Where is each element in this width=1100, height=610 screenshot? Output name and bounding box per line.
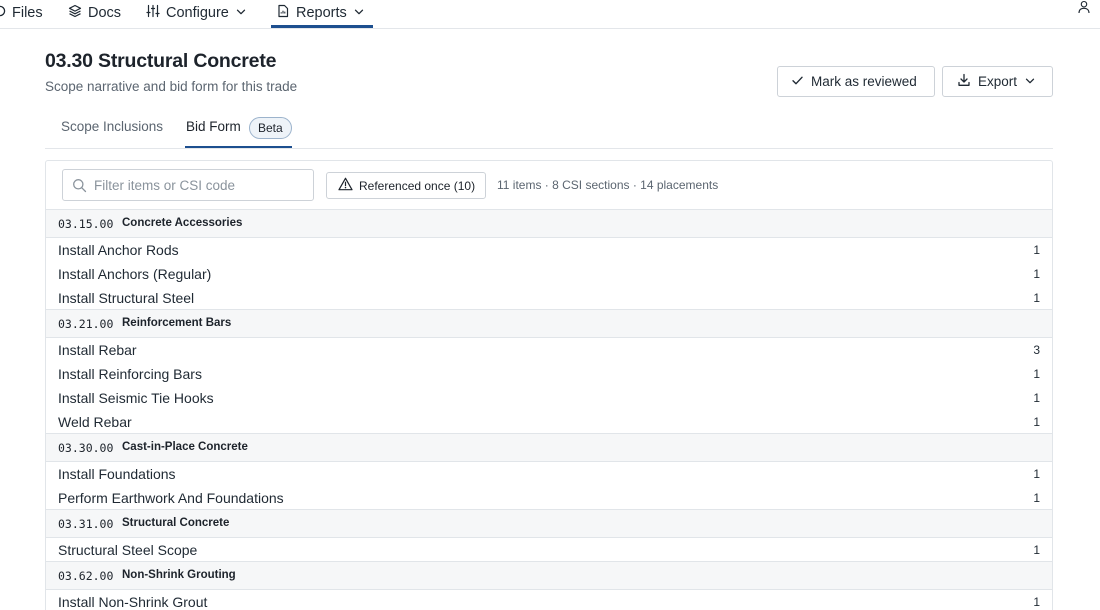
bid-item-row[interactable]: Install Anchor Rods 1 bbox=[46, 238, 1052, 262]
csi-section-code: 03.15.00 bbox=[58, 217, 114, 231]
search-box[interactable] bbox=[62, 169, 314, 201]
layers-icon bbox=[68, 4, 88, 22]
bid-item-name: Install Structural Steel bbox=[58, 290, 195, 306]
folder-icon bbox=[0, 5, 12, 21]
csi-section-code: 03.30.00 bbox=[58, 441, 114, 455]
csi-section-header: 03.15.00 Concrete Accessories bbox=[46, 209, 1052, 238]
bid-item-row[interactable]: Install Reinforcing Bars 1 bbox=[46, 362, 1052, 386]
nav-files[interactable]: Files bbox=[0, 0, 43, 27]
bid-item-placement-count: 1 bbox=[1033, 415, 1040, 429]
bid-item-row[interactable]: Install Foundations 1 bbox=[46, 462, 1052, 486]
bid-item-placement-count: 1 bbox=[1033, 467, 1040, 481]
user-icon[interactable] bbox=[1077, 0, 1091, 19]
bid-item-name: Install Reinforcing Bars bbox=[58, 366, 202, 382]
bid-form-panel: Referenced once (10) 11 items · 8 CSI se… bbox=[45, 160, 1053, 610]
csi-section-title: Reinforcement Bars bbox=[122, 317, 232, 329]
tab-bid-form[interactable]: Bid Form bbox=[186, 119, 241, 134]
bid-item-placement-count: 1 bbox=[1033, 491, 1040, 505]
nav-docs-label: Docs bbox=[88, 4, 122, 21]
beta-badge: Beta bbox=[249, 117, 292, 139]
bid-item-row[interactable]: Install Structural Steel 1 bbox=[46, 286, 1052, 310]
bid-item-row[interactable]: Perform Earthwork And Foundations 1 bbox=[46, 486, 1052, 510]
chevron-down-icon bbox=[236, 5, 252, 21]
active-tab-indicator bbox=[185, 146, 292, 148]
bid-item-placement-count: 1 bbox=[1033, 243, 1040, 257]
toolbar: Referenced once (10) 11 items · 8 CSI se… bbox=[46, 161, 1052, 210]
nav-files-label: Files bbox=[12, 4, 43, 21]
summary-stats: 11 items · 8 CSI sections · 14 placement… bbox=[497, 178, 719, 192]
bid-item-row[interactable]: Install Seismic Tie Hooks 1 bbox=[46, 386, 1052, 410]
mark-reviewed-button[interactable]: Mark as reviewed bbox=[777, 66, 935, 97]
bid-item-row[interactable]: Weld Rebar 1 bbox=[46, 410, 1052, 434]
csi-section-title: Non-Shrink Grouting bbox=[122, 569, 236, 581]
bid-item-placement-count: 3 bbox=[1033, 343, 1040, 357]
bid-item-row[interactable]: Install Anchors (Regular) 1 bbox=[46, 262, 1052, 286]
bid-item-placement-count: 1 bbox=[1033, 291, 1040, 305]
bid-item-name: Install Anchors (Regular) bbox=[58, 266, 212, 282]
report-icon bbox=[276, 4, 296, 22]
bid-item-placement-count: 1 bbox=[1033, 391, 1040, 405]
sliders-icon bbox=[146, 4, 166, 22]
csi-section-header: 03.31.00 Structural Concrete bbox=[46, 509, 1052, 538]
nav-reports[interactable]: Reports bbox=[276, 0, 370, 27]
bid-item-placement-count: 1 bbox=[1033, 267, 1040, 281]
warning-icon bbox=[338, 177, 359, 194]
bid-item-name: Structural Steel Scope bbox=[58, 542, 198, 558]
bid-item-name: Install Rebar bbox=[58, 342, 137, 358]
csi-section-title: Cast-in-Place Concrete bbox=[122, 441, 248, 453]
page-title: 03.30 Structural Concrete bbox=[45, 50, 277, 72]
bid-item-name: Perform Earthwork And Foundations bbox=[58, 490, 284, 506]
export-label: Export bbox=[978, 74, 1018, 89]
csi-section-title: Concrete Accessories bbox=[122, 217, 243, 229]
bid-item-placement-count: 1 bbox=[1033, 595, 1040, 609]
csi-section-code: 03.21.00 bbox=[58, 317, 114, 331]
tab-bar: Scope Inclusions Bid Form Beta bbox=[45, 112, 1053, 149]
bid-item-row[interactable]: Install Non-Shrink Grout 1 bbox=[46, 590, 1052, 610]
check-icon bbox=[791, 74, 811, 90]
chevron-down-icon bbox=[1025, 74, 1042, 89]
referenced-once-filter-button[interactable]: Referenced once (10) bbox=[326, 172, 486, 199]
bid-item-name: Install Anchor Rods bbox=[58, 242, 179, 258]
bid-item-row[interactable]: Install Rebar 3 bbox=[46, 338, 1052, 362]
page-subtitle: Scope narrative and bid form for this tr… bbox=[45, 79, 298, 94]
nav-active-indicator bbox=[271, 25, 373, 28]
bid-item-placement-count: 1 bbox=[1033, 367, 1040, 381]
nav-configure[interactable]: Configure bbox=[146, 0, 252, 27]
csi-section-header: 03.62.00 Non-Shrink Grouting bbox=[46, 561, 1052, 590]
search-input[interactable] bbox=[94, 175, 304, 195]
export-button[interactable]: Export bbox=[942, 66, 1053, 97]
top-nav: Files Docs Configure Reports bbox=[0, 0, 1100, 29]
csi-section-header: 03.21.00 Reinforcement Bars bbox=[46, 309, 1052, 338]
chevron-down-icon bbox=[354, 5, 370, 21]
csi-section-code: 03.31.00 bbox=[58, 517, 114, 531]
tab-scope-inclusions[interactable]: Scope Inclusions bbox=[61, 119, 163, 134]
filter-label: Referenced once (10) bbox=[359, 178, 476, 193]
bid-item-placement-count: 1 bbox=[1033, 543, 1040, 557]
nav-configure-label: Configure bbox=[166, 4, 229, 21]
bid-item-name: Install Non-Shrink Grout bbox=[58, 594, 208, 610]
bid-item-name: Install Seismic Tie Hooks bbox=[58, 390, 214, 406]
bid-item-name: Install Foundations bbox=[58, 466, 176, 482]
bid-item-name: Weld Rebar bbox=[58, 414, 132, 430]
csi-section-header: 03.30.00 Cast-in-Place Concrete bbox=[46, 433, 1052, 462]
nav-reports-label: Reports bbox=[296, 4, 347, 21]
mark-reviewed-label: Mark as reviewed bbox=[811, 74, 917, 89]
csi-section-code: 03.62.00 bbox=[58, 569, 114, 583]
bid-item-row[interactable]: Structural Steel Scope 1 bbox=[46, 538, 1052, 562]
nav-docs[interactable]: Docs bbox=[68, 0, 121, 27]
csi-section-title: Structural Concrete bbox=[122, 517, 230, 529]
download-icon bbox=[957, 73, 978, 90]
